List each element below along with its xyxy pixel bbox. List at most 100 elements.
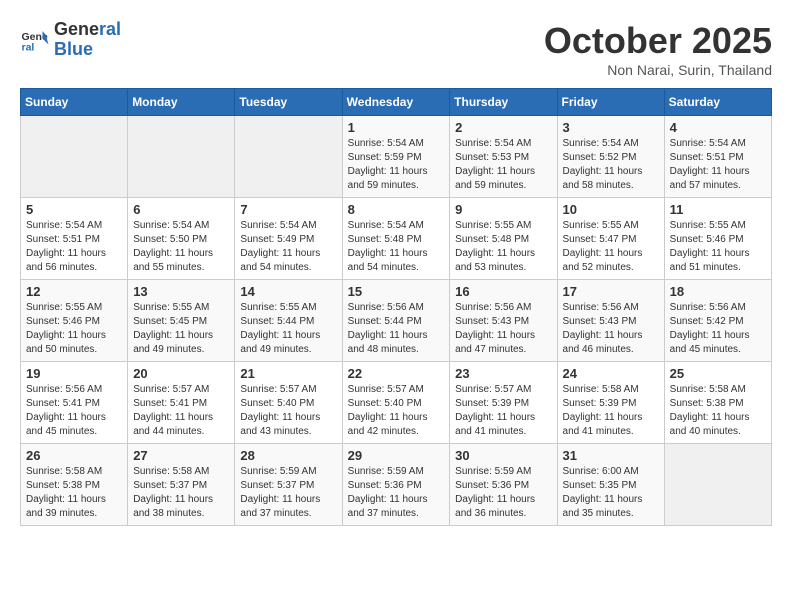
day-number: 8: [348, 202, 445, 217]
day-cell: 21 Sunrise: 5:57 AM Sunset: 5:40 PM Dayli…: [235, 362, 342, 444]
header-wednesday: Wednesday: [342, 89, 450, 116]
day-info: Sunrise: 5:54 AM Sunset: 5:50 PM Dayligh…: [133, 219, 229, 275]
day-cell: 1 Sunrise: 5:54 AM Sunset: 5:59 PM Daylig…: [342, 116, 450, 198]
day-info: Sunrise: 5:57 AM Sunset: 5:41 PM Dayligh…: [133, 383, 229, 439]
day-cell: 4Sunrise: 5:54 AM Sunset: 5:51 PM Daylig…: [664, 116, 771, 198]
day-number: 16: [455, 284, 551, 299]
day-number: 27: [133, 448, 229, 463]
day-cell: 24 Sunrise: 5:58 AM Sunset: 5:39 PM Dayli…: [557, 362, 664, 444]
day-number: 31: [563, 448, 659, 463]
day-number: 24: [563, 366, 659, 381]
logo-icon: Gene ral: [20, 25, 50, 55]
day-number: 4: [670, 120, 766, 135]
day-number: 28: [240, 448, 336, 463]
month-title: October 2025: [544, 20, 772, 62]
day-cell: 6Sunrise: 5:54 AM Sunset: 5:50 PM Daylig…: [128, 198, 235, 280]
day-number: 15: [348, 284, 445, 299]
day-cell: 22 Sunrise: 5:57 AM Sunset: 5:40 PM Dayli…: [342, 362, 450, 444]
day-cell: 10Sunrise: 5:55 AM Sunset: 5:47 PM Dayli…: [557, 198, 664, 280]
week-row-4: 19 Sunrise: 5:56 AM Sunset: 5:41 PM Dayli…: [21, 362, 772, 444]
header-monday: Monday: [128, 89, 235, 116]
day-number: 3: [563, 120, 659, 135]
day-cell: 29Sunrise: 5:59 AM Sunset: 5:36 PM Dayli…: [342, 444, 450, 526]
week-row-5: 26Sunrise: 5:58 AM Sunset: 5:38 PM Dayli…: [21, 444, 772, 526]
day-cell: [664, 444, 771, 526]
day-cell: [128, 116, 235, 198]
day-number: 20: [133, 366, 229, 381]
calendar-header-row: SundayMondayTuesdayWednesdayThursdayFrid…: [21, 89, 772, 116]
day-number: 29: [348, 448, 445, 463]
day-number: 25: [670, 366, 766, 381]
day-cell: [21, 116, 128, 198]
day-cell: 2 Sunrise: 5:54 AM Sunset: 5:53 PM Daylig…: [450, 116, 557, 198]
day-info: Sunrise: 5:58 AM Sunset: 5:38 PM Dayligh…: [26, 465, 122, 521]
day-number: 1: [348, 120, 445, 135]
day-cell: 11Sunrise: 5:55 AM Sunset: 5:46 PM Dayli…: [664, 198, 771, 280]
day-info: Sunrise: 5:56 AM Sunset: 5:41 PM Dayligh…: [26, 383, 122, 439]
day-info: Sunrise: 5:54 AM Sunset: 5:51 PM Dayligh…: [26, 219, 122, 275]
day-cell: 17Sunrise: 5:56 AM Sunset: 5:43 PM Dayli…: [557, 280, 664, 362]
day-info: Sunrise: 5:55 AM Sunset: 5:45 PM Dayligh…: [133, 301, 229, 357]
day-cell: 9Sunrise: 5:55 AM Sunset: 5:48 PM Daylig…: [450, 198, 557, 280]
day-cell: 30 Sunrise: 5:59 AM Sunset: 5:36 PM Dayli…: [450, 444, 557, 526]
day-info: Sunrise: 5:56 AM Sunset: 5:43 PM Dayligh…: [563, 301, 659, 357]
day-cell: 15 Sunrise: 5:56 AM Sunset: 5:44 PM Dayli…: [342, 280, 450, 362]
day-cell: [235, 116, 342, 198]
day-cell: 3Sunrise: 5:54 AM Sunset: 5:52 PM Daylig…: [557, 116, 664, 198]
page-header: Gene ral General Blue October 2025 Non N…: [20, 20, 772, 78]
day-info: Sunrise: 5:59 AM Sunset: 5:36 PM Dayligh…: [455, 465, 551, 521]
header-thursday: Thursday: [450, 89, 557, 116]
day-number: 10: [563, 202, 659, 217]
header-tuesday: Tuesday: [235, 89, 342, 116]
day-cell: 12 Sunrise: 5:55 AM Sunset: 5:46 PM Dayli…: [21, 280, 128, 362]
day-number: 30: [455, 448, 551, 463]
svg-text:ral: ral: [22, 41, 35, 53]
day-info: Sunrise: 5:55 AM Sunset: 5:44 PM Dayligh…: [240, 301, 336, 357]
day-cell: 14 Sunrise: 5:55 AM Sunset: 5:44 PM Dayli…: [235, 280, 342, 362]
day-cell: 20 Sunrise: 5:57 AM Sunset: 5:41 PM Dayli…: [128, 362, 235, 444]
day-number: 18: [670, 284, 766, 299]
week-row-3: 12 Sunrise: 5:55 AM Sunset: 5:46 PM Dayli…: [21, 280, 772, 362]
day-info: Sunrise: 5:56 AM Sunset: 5:44 PM Dayligh…: [348, 301, 445, 357]
day-info: Sunrise: 5:56 AM Sunset: 5:42 PM Dayligh…: [670, 301, 766, 357]
day-cell: 18 Sunrise: 5:56 AM Sunset: 5:42 PM Dayli…: [664, 280, 771, 362]
day-cell: 7Sunrise: 5:54 AM Sunset: 5:49 PM Daylig…: [235, 198, 342, 280]
day-cell: 23 Sunrise: 5:57 AM Sunset: 5:39 PM Dayli…: [450, 362, 557, 444]
logo: Gene ral General Blue: [20, 20, 121, 60]
day-info: Sunrise: 6:00 AM Sunset: 5:35 PM Dayligh…: [563, 465, 659, 521]
day-info: Sunrise: 5:59 AM Sunset: 5:37 PM Dayligh…: [240, 465, 336, 521]
day-info: Sunrise: 5:54 AM Sunset: 5:48 PM Dayligh…: [348, 219, 445, 275]
day-number: 21: [240, 366, 336, 381]
day-info: Sunrise: 5:54 AM Sunset: 5:59 PM Dayligh…: [348, 137, 445, 193]
day-cell: 13Sunrise: 5:55 AM Sunset: 5:45 PM Dayli…: [128, 280, 235, 362]
day-cell: 28 Sunrise: 5:59 AM Sunset: 5:37 PM Dayli…: [235, 444, 342, 526]
day-number: 7: [240, 202, 336, 217]
day-number: 19: [26, 366, 122, 381]
day-info: Sunrise: 5:56 AM Sunset: 5:43 PM Dayligh…: [455, 301, 551, 357]
day-info: Sunrise: 5:57 AM Sunset: 5:40 PM Dayligh…: [348, 383, 445, 439]
day-info: Sunrise: 5:57 AM Sunset: 5:40 PM Dayligh…: [240, 383, 336, 439]
day-cell: 19 Sunrise: 5:56 AM Sunset: 5:41 PM Dayli…: [21, 362, 128, 444]
day-info: Sunrise: 5:57 AM Sunset: 5:39 PM Dayligh…: [455, 383, 551, 439]
day-cell: 26Sunrise: 5:58 AM Sunset: 5:38 PM Dayli…: [21, 444, 128, 526]
day-number: 11: [670, 202, 766, 217]
day-cell: 16 Sunrise: 5:56 AM Sunset: 5:43 PM Dayli…: [450, 280, 557, 362]
day-cell: 27 Sunrise: 5:58 AM Sunset: 5:37 PM Dayli…: [128, 444, 235, 526]
day-number: 2: [455, 120, 551, 135]
day-info: Sunrise: 5:58 AM Sunset: 5:37 PM Dayligh…: [133, 465, 229, 521]
day-number: 23: [455, 366, 551, 381]
day-info: Sunrise: 5:54 AM Sunset: 5:53 PM Dayligh…: [455, 137, 551, 193]
day-cell: 5 Sunrise: 5:54 AM Sunset: 5:51 PM Daylig…: [21, 198, 128, 280]
day-info: Sunrise: 5:55 AM Sunset: 5:48 PM Dayligh…: [455, 219, 551, 275]
title-section: October 2025 Non Narai, Surin, Thailand: [544, 20, 772, 78]
day-number: 22: [348, 366, 445, 381]
day-info: Sunrise: 5:55 AM Sunset: 5:46 PM Dayligh…: [26, 301, 122, 357]
day-info: Sunrise: 5:58 AM Sunset: 5:39 PM Dayligh…: [563, 383, 659, 439]
day-number: 14: [240, 284, 336, 299]
header-saturday: Saturday: [664, 89, 771, 116]
day-cell: 31 Sunrise: 6:00 AM Sunset: 5:35 PM Dayli…: [557, 444, 664, 526]
week-row-2: 5 Sunrise: 5:54 AM Sunset: 5:51 PM Daylig…: [21, 198, 772, 280]
day-number: 12: [26, 284, 122, 299]
day-number: 5: [26, 202, 122, 217]
day-cell: 8 Sunrise: 5:54 AM Sunset: 5:48 PM Daylig…: [342, 198, 450, 280]
